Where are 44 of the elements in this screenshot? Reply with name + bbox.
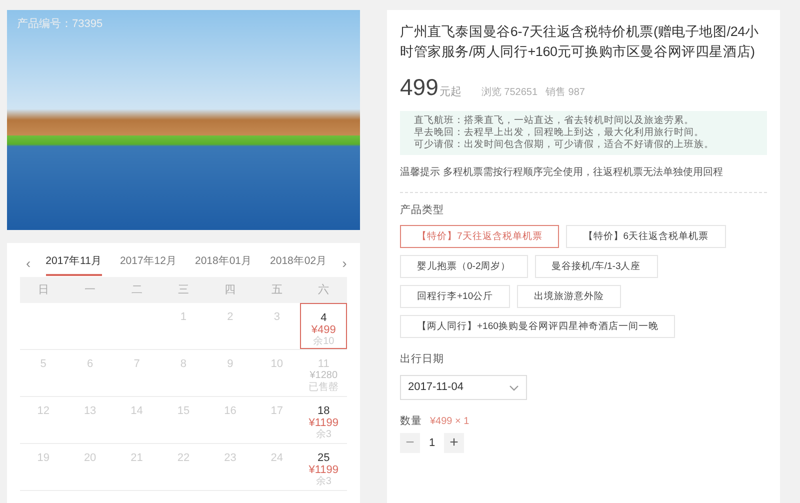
price: 499 bbox=[400, 73, 438, 102]
next-month-button[interactable]: › bbox=[336, 252, 353, 274]
product-code-caption: 产品编号：73395 bbox=[17, 16, 103, 32]
chevron-down-icon bbox=[509, 384, 519, 390]
price-unit: 元起 bbox=[439, 85, 462, 100]
prev-month-button[interactable]: ‹ bbox=[20, 252, 37, 274]
day-number[interactable]: 4 bbox=[301, 312, 346, 324]
view-count: 浏览 752651 bbox=[481, 86, 538, 100]
weekday-label: 日 bbox=[36, 282, 50, 298]
product-type-option[interactable]: 婴儿抱票（0-2周岁） bbox=[400, 255, 528, 278]
date-label: 出行日期 bbox=[400, 352, 445, 368]
day-price: ¥1199 bbox=[308, 417, 340, 429]
month-tab[interactable]: 2018年01月 bbox=[194, 250, 252, 276]
month-tab[interactable]: 2017年12月 bbox=[120, 250, 177, 276]
day-price: ¥1280 bbox=[308, 370, 339, 382]
highlight-text: 可少请假：出发时间包含假期，可少请假，适合不好请假的上班族。 bbox=[414, 138, 715, 150]
product-title: 广州直飞泰国曼谷6-7天往返含税特价机票(赠电子地图/24小时管家服务/两人同行+160元可换购市区曼谷网评四星酒店) bbox=[400, 23, 760, 61]
highlight-text: 早去晚回：去程早上出发，回程晚上到达，最大化利用旅行时间。 bbox=[414, 126, 705, 138]
weekday-label: 三 bbox=[176, 282, 190, 298]
weekday-label: 一 bbox=[84, 282, 97, 298]
product-type-option[interactable]: 曼谷接机/车/1-3人座 bbox=[534, 255, 658, 278]
month-tab[interactable]: 2018年02月 bbox=[270, 250, 328, 276]
weekday-label: 六 bbox=[317, 282, 330, 298]
date-select[interactable]: 2017-11-04 bbox=[400, 375, 527, 400]
day-number[interactable]: 18 bbox=[300, 405, 347, 417]
quantity-value: 1 bbox=[428, 436, 436, 450]
weekday-label: 四 bbox=[224, 282, 237, 298]
weekday-label: 五 bbox=[270, 282, 284, 298]
highlight-text: 直飞航班：搭乘直飞，一站直达，省去转机时间以及旅途劳累。 bbox=[414, 114, 695, 126]
product-type-option[interactable]: 【两人同行】+160换购曼谷网评四星神奇酒店一间一晚 bbox=[400, 315, 676, 338]
increment-button[interactable]: + bbox=[444, 432, 464, 453]
day-price: ¥499 bbox=[310, 324, 337, 336]
product-type-option[interactable]: 【特价】6天往返含税单机票 bbox=[566, 225, 726, 248]
day-number[interactable]: 25 bbox=[300, 452, 347, 464]
weekday-label: 二 bbox=[130, 282, 144, 298]
sales-count: 销售 987 bbox=[546, 86, 585, 100]
day-price: ¥1199 bbox=[308, 464, 340, 476]
product-type-option[interactable]: 出境旅游意外险 bbox=[517, 285, 622, 308]
product-type-label: 产品类型 bbox=[400, 202, 445, 218]
tip-text: 温馨提示 多程机票需按行程顺序完全使用，往返程机票无法单独使用回程 bbox=[400, 164, 767, 192]
product-type-option[interactable]: 回程行李+10公斤 bbox=[400, 285, 510, 308]
quantity-label: 数量 bbox=[400, 414, 422, 429]
quantity-summary: ¥499 × 1 bbox=[430, 415, 470, 430]
product-type-option[interactable]: 【特价】7天往返含税单机票 bbox=[400, 225, 560, 248]
